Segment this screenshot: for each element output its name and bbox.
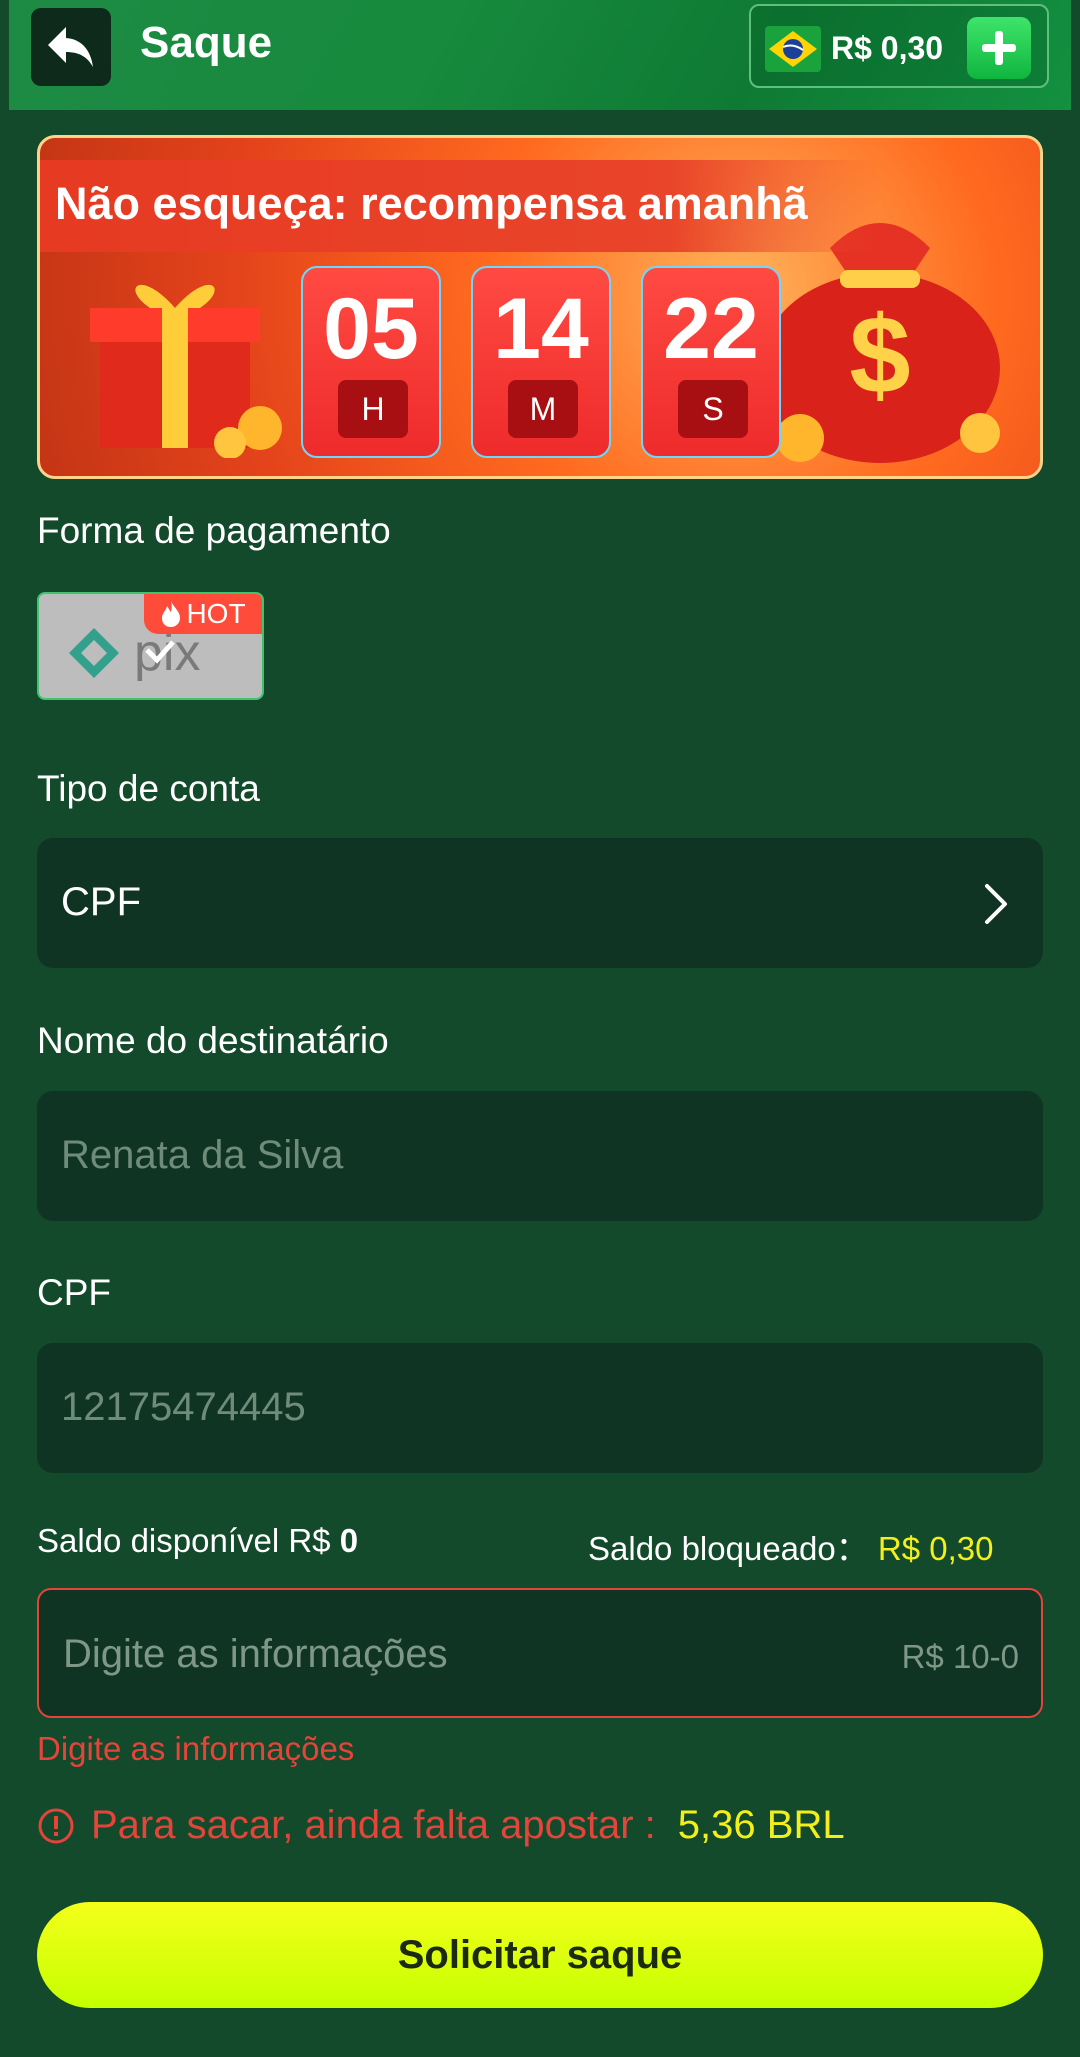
page-title: Saque xyxy=(140,18,273,67)
timer-seconds-unit: S xyxy=(678,380,748,438)
gift-box-icon xyxy=(90,284,282,458)
balance-box[interactable]: R$ 0,30 xyxy=(749,4,1049,88)
brazil-flag-icon xyxy=(765,26,821,72)
hot-badge: HOT xyxy=(144,594,262,634)
account-type-value: CPF xyxy=(61,880,141,924)
amount-placeholder: Digite as informações xyxy=(63,1632,448,1676)
recipient-name-field[interactable]: Renata da Silva xyxy=(37,1091,1043,1221)
svg-text:$: $ xyxy=(849,294,910,417)
cpf-placeholder: 12175474445 xyxy=(61,1385,306,1429)
payment-method-label: Forma de pagamento xyxy=(37,510,391,551)
amount-range: R$ 10-0 xyxy=(901,1638,1019,1675)
request-withdraw-button[interactable]: Solicitar saque xyxy=(37,1902,1043,2008)
blocked-balance-label: Saldo bloqueado： xyxy=(588,1530,869,1567)
timer-hours-value: 05 xyxy=(323,281,419,377)
wager-warning: Para sacar, ainda falta apostar : 5,36 B… xyxy=(37,1803,845,1848)
timer-hours-unit: H xyxy=(338,380,408,438)
deposit-add-button[interactable] xyxy=(967,17,1031,79)
hot-badge-label: HOT xyxy=(186,598,246,629)
plus-icon xyxy=(982,31,1016,65)
payment-option-pix[interactable]: pix HOT xyxy=(37,592,264,700)
top-bar: Saque R$ 0,30 xyxy=(9,0,1071,110)
timer-seconds-value: 22 xyxy=(663,281,759,377)
timer-seconds: 22 S xyxy=(641,266,781,458)
account-type-label: Tipo de conta xyxy=(37,768,260,809)
back-button[interactable] xyxy=(31,8,111,86)
timer-minutes-unit: M xyxy=(508,380,578,438)
reward-banner[interactable]: $ Não esqueça: recompensa amanhã 05 H 14… xyxy=(37,135,1043,479)
cpf-label: CPF xyxy=(37,1272,111,1313)
timer-minutes-value: 14 xyxy=(493,281,589,377)
blocked-balance-value: R$ 0,30 xyxy=(877,1530,994,1567)
chevron-right-icon xyxy=(985,884,1007,924)
wager-warning-value: 5,36 BRL xyxy=(677,1803,845,1847)
alert-circle-icon xyxy=(38,1808,74,1843)
recipient-name-label: Nome do destinatário xyxy=(37,1020,389,1061)
back-arrow-icon xyxy=(48,27,93,67)
wager-warning-text: Para sacar, ainda falta apostar : xyxy=(91,1803,656,1847)
banner-title: Não esqueça: recompensa amanhã xyxy=(55,178,808,229)
amount-error-message: Digite as informações xyxy=(37,1730,355,1767)
recipient-name-placeholder: Renata da Silva xyxy=(61,1133,344,1177)
withdraw-amount-input[interactable]: Digite as informações R$ 10-0 xyxy=(37,1588,1043,1718)
account-type-select[interactable]: CPF xyxy=(37,838,1043,968)
cpf-field[interactable]: 12175474445 xyxy=(37,1343,1043,1473)
available-balance: Saldo disponível R$ 0 xyxy=(37,1522,358,1560)
timer-minutes: 14 M xyxy=(471,266,611,458)
available-balance-label: Saldo disponível R$ xyxy=(37,1522,331,1559)
balance-amount: R$ 0,30 xyxy=(831,30,944,66)
timer-hours: 05 H xyxy=(301,266,441,458)
flame-icon xyxy=(162,601,181,627)
blocked-balance: Saldo bloqueado： R$ 0,30 xyxy=(588,1522,994,1570)
available-balance-value: 0 xyxy=(339,1522,359,1559)
